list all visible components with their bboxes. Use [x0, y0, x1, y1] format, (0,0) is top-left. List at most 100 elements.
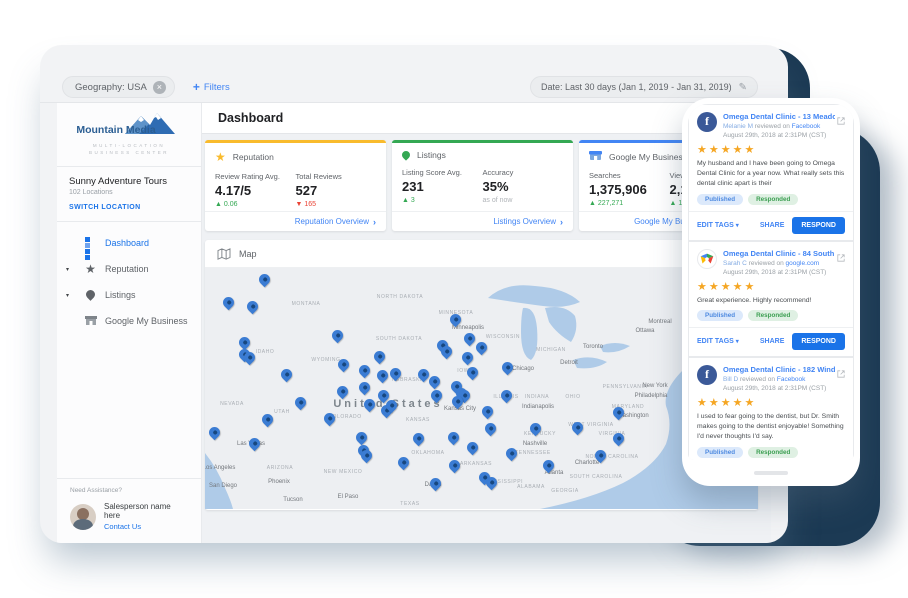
reviewer-name[interactable]: Melanie M	[723, 123, 753, 130]
map-state-label: INDIANA	[525, 394, 549, 400]
respond-button[interactable]: RESPOND	[792, 333, 845, 350]
review-title[interactable]: Omega Dental Clinic - 84 South Hill Cres…	[723, 249, 835, 258]
review-text: My husband and I have been going to Omeg…	[697, 159, 845, 189]
edit-tags-button[interactable]: EDIT TAGS ▾	[697, 222, 739, 229]
star-rating: ★★★★★	[697, 396, 845, 409]
facebook-icon: f	[697, 365, 717, 385]
salesperson-name: Salesperson name here	[104, 502, 188, 520]
map-state-label: NEW MEXICO	[324, 469, 363, 475]
share-button[interactable]: SHARE	[760, 338, 785, 345]
page-title: Dashboard	[218, 111, 283, 125]
map-state-label: MICHIGAN	[536, 347, 566, 353]
facebook-icon: f	[697, 112, 717, 132]
map-state-label: MONTANA	[292, 301, 321, 307]
contact-us-link[interactable]: Contact Us	[104, 522, 188, 531]
listings-card: Listings Listing Score Avg. 231 ▲ 3 Accu…	[392, 140, 573, 231]
card-title: Reputation	[233, 152, 274, 162]
review-text: Great experience. Highly recommend!	[697, 296, 845, 306]
up-arrow-icon: ▲	[215, 201, 222, 208]
page: Geography: USA × + Filters Date: Last 30…	[0, 0, 908, 598]
sidebar-nav: Dashboard ▾ ★ Reputation ▾ Listings Goog	[57, 222, 201, 334]
phone-chin	[688, 460, 854, 486]
share-button[interactable]: SHARE	[760, 222, 785, 229]
external-link-icon[interactable]	[837, 249, 845, 267]
chevron-down-icon: ▾	[736, 223, 739, 229]
star-rating: ★★★★★	[697, 280, 845, 293]
assist-label: Need Assistance?	[70, 487, 188, 494]
map-city-label: San Diego	[209, 483, 237, 489]
reviewer-name[interactable]: Bill D	[723, 376, 738, 383]
dashboard-window: Geography: USA × + Filters Date: Last 30…	[40, 45, 788, 543]
review-source-link[interactable]: Facebook	[792, 123, 821, 130]
home-indicator	[754, 471, 788, 475]
chevron-down-icon: ▾	[736, 339, 739, 345]
map-state-label: WYOMING	[311, 357, 340, 363]
logo: Mountain Media MULTI-LOCATION BUSINESS C…	[57, 103, 201, 167]
sidebar-item-reputation[interactable]: ▾ ★ Reputation	[57, 256, 201, 282]
star-icon: ★	[215, 150, 226, 164]
review-title[interactable]: Omega Dental Clinic - 13 Meadows Blv...	[723, 112, 835, 121]
map-state-label: ARIZONA	[267, 465, 293, 471]
review-source-link[interactable]: Facebook	[777, 376, 806, 383]
map-state-label: SOUTH DAKOTA	[376, 336, 422, 342]
map-city-label: Indianapolis	[522, 404, 554, 410]
listings-overview-link[interactable]: Listings Overview›	[392, 211, 573, 231]
map-state-label: TENNESSEE	[515, 450, 551, 456]
edit-pencil-icon[interactable]: ✎	[739, 82, 747, 93]
map-state-label: WISCONSIN	[486, 334, 520, 340]
searches-value: 1,375,906	[589, 182, 670, 197]
map-city-label: Chicago	[512, 366, 534, 372]
chevron-down-icon[interactable]: ▾	[66, 292, 69, 299]
respond-button[interactable]: RESPOND	[792, 217, 845, 234]
map-state-label: ALABAMA	[517, 484, 545, 490]
map-state-label: KENTUCKY	[524, 431, 556, 437]
date-filter-chip[interactable]: Date: Last 30 days (Jan 1, 2019 - Jan 31…	[530, 76, 758, 98]
sidebar-item-dashboard[interactable]: Dashboard	[57, 230, 201, 256]
edit-tags-button[interactable]: EDIT TAGS ▾	[697, 338, 739, 345]
map-city-label: Detroit	[560, 360, 578, 366]
map-city-label: New York	[642, 383, 667, 389]
switch-location-link[interactable]: SWITCH LOCATION	[69, 204, 189, 211]
external-link-icon[interactable]	[837, 112, 845, 130]
add-filters-button[interactable]: + Filters	[193, 80, 230, 94]
review-title[interactable]: Omega Dental Clinic - 182 Windsor Gate..…	[723, 365, 835, 374]
chevron-down-icon[interactable]: ▾	[66, 266, 69, 273]
reviews-list: f Omega Dental Clinic - 13 Meadows Blv..…	[688, 104, 854, 460]
map-card: Map United States	[205, 240, 758, 510]
map-city-label: Nashville	[523, 441, 547, 447]
map-state-label: NORTH DAKOTA	[377, 294, 423, 300]
close-icon[interactable]: ×	[153, 81, 166, 94]
up-arrow-icon: ▲	[589, 200, 596, 207]
card-title: Google My Business	[609, 152, 687, 162]
map-state-label: UTAH	[274, 409, 290, 415]
external-link-icon[interactable]	[837, 365, 845, 383]
map[interactable]: United States MONTANANORTH DAKOTASOUTH D…	[205, 268, 758, 509]
map-city-label: Charlotte	[575, 460, 599, 466]
responded-badge: Responded	[748, 310, 798, 321]
filter-bar: Geography: USA × + Filters Date: Last 30…	[40, 72, 788, 103]
map-city-label: Philadelphia	[635, 393, 668, 399]
down-arrow-icon: ▼	[296, 201, 303, 208]
star-rating: ★★★★★	[697, 143, 845, 156]
card-title: Listings	[417, 150, 446, 160]
location-name: Sunny Adventure Tours	[69, 176, 189, 187]
geography-filter-chip[interactable]: Geography: USA ×	[62, 76, 175, 98]
review-source-link[interactable]: google.com	[786, 260, 820, 267]
reputation-overview-link[interactable]: Reputation Overview›	[205, 211, 386, 231]
assist-block: Need Assistance? Salesperson name here C…	[57, 478, 201, 543]
sidebar-item-listings[interactable]: ▾ Listings	[57, 282, 201, 308]
plus-icon: +	[193, 80, 200, 94]
pin-icon	[84, 290, 97, 301]
sidebar-item-google-my-business[interactable]: Google My Business	[57, 308, 201, 334]
reviewer-name[interactable]: Sarah C	[723, 260, 747, 267]
star-icon: ★	[84, 264, 97, 275]
google-maps-icon	[697, 249, 717, 269]
dashboard-grid-icon	[84, 237, 97, 250]
logo-subtitle-line1: MULTI-LOCATION	[57, 142, 201, 149]
avatar	[70, 504, 96, 530]
map-city-label: Ottawa	[635, 328, 654, 334]
review-text: I used to fear going to the dentist, but…	[697, 412, 845, 442]
review-card: f Omega Dental Clinic - 13 Meadows Blv..…	[688, 104, 854, 241]
date-chip-label: Date: Last 30 days (Jan 1, 2019 - Jan 31…	[541, 82, 732, 92]
reputation-card: ★ Reputation Review Rating Avg. 4.17/5 ▲…	[205, 140, 386, 231]
